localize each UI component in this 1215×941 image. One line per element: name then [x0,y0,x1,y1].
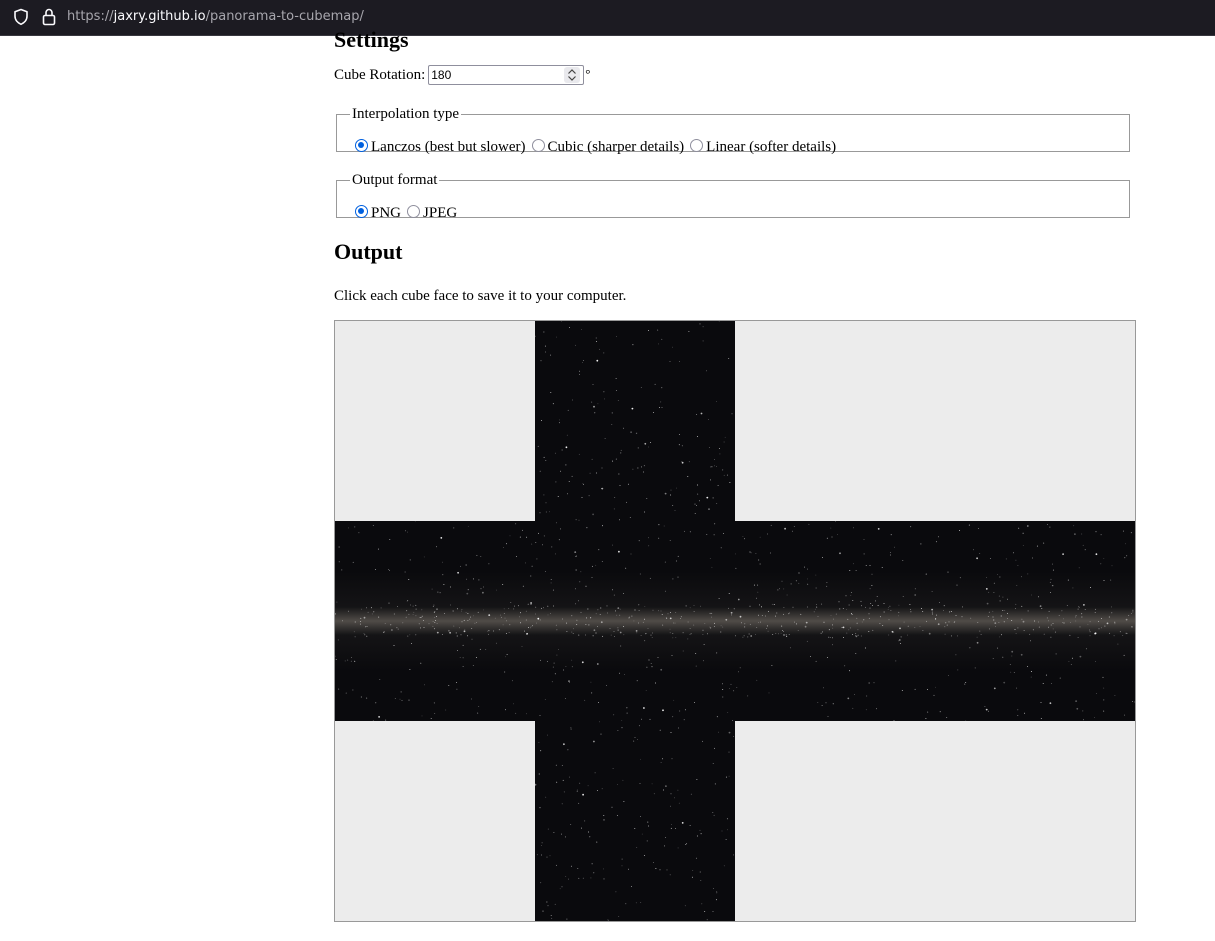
cube-face-back[interactable] [935,521,1135,721]
radio-unselected-icon[interactable] [407,205,421,218]
output-format-fieldset: Output format PNG JPEG [336,172,1130,221]
radio-cubic[interactable]: Cubic (sharper details) [531,138,685,156]
cube-face-top[interactable] [535,321,735,521]
radio-jpeg-label: JPEG [423,205,458,221]
lock-icon[interactable] [40,7,58,27]
degree-symbol: ° [585,66,591,81]
starfield-texture [535,321,735,521]
output-instruction: Click each cube face to save it to your … [334,288,627,304]
url-prefix: https:// [67,9,114,24]
interpolation-fieldset: Interpolation type Lanczos (best but slo… [336,106,1130,155]
cube-rotation-value[interactable] [429,65,562,84]
radio-selected-icon[interactable] [355,139,368,152]
starfield-texture [935,521,1135,721]
interpolation-options: Lanczos (best but slower) Cubic (sharper … [355,138,842,156]
cubemap-grid [334,320,1136,922]
starfield-texture [535,721,735,921]
radio-linear[interactable]: Linear (softer details) [690,138,836,156]
radio-selected-icon[interactable] [355,205,368,218]
radio-unselected-icon[interactable] [690,139,704,152]
radio-cubic-label: Cubic (sharper details) [547,139,685,155]
cube-rotation-input[interactable] [428,64,585,85]
radio-jpeg[interactable]: JPEG [407,204,457,222]
spinner-arrows-icon[interactable] [564,66,581,83]
output-format-legend: Output format [352,172,438,188]
url-host: jaxry.github.io [113,9,206,24]
cube-face-right[interactable] [735,521,935,721]
radio-lanczos[interactable]: Lanczos (best but slower) [355,138,526,156]
radio-linear-label: Linear (softer details) [706,139,837,155]
cube-face-front[interactable] [535,521,735,721]
cube-rotation-row: Cube Rotation: ° [334,62,590,87]
interpolation-legend: Interpolation type [352,106,460,122]
radio-lanczos-label: Lanczos (best but slower) [371,139,526,155]
cube-face-left[interactable] [335,521,535,721]
cube-rotation-label: Cube Rotation: [334,66,426,83]
output-format-options: PNG JPEG [355,204,463,222]
shield-icon[interactable] [12,8,30,26]
starfield-texture [735,521,935,721]
starfield-texture [535,521,735,721]
starfield-texture [335,521,535,721]
output-heading: Output [334,239,403,264]
radio-unselected-icon[interactable] [531,139,545,152]
radio-png-label: PNG [371,205,402,221]
settings-heading: Settings [334,27,409,52]
browser-toolbar: https://jaxry.github.io/panorama-to-cube… [0,0,1215,36]
url-field[interactable]: https://jaxry.github.io/panorama-to-cube… [67,9,364,24]
cube-face-bottom[interactable] [535,721,735,921]
radio-png[interactable]: PNG [355,204,401,222]
